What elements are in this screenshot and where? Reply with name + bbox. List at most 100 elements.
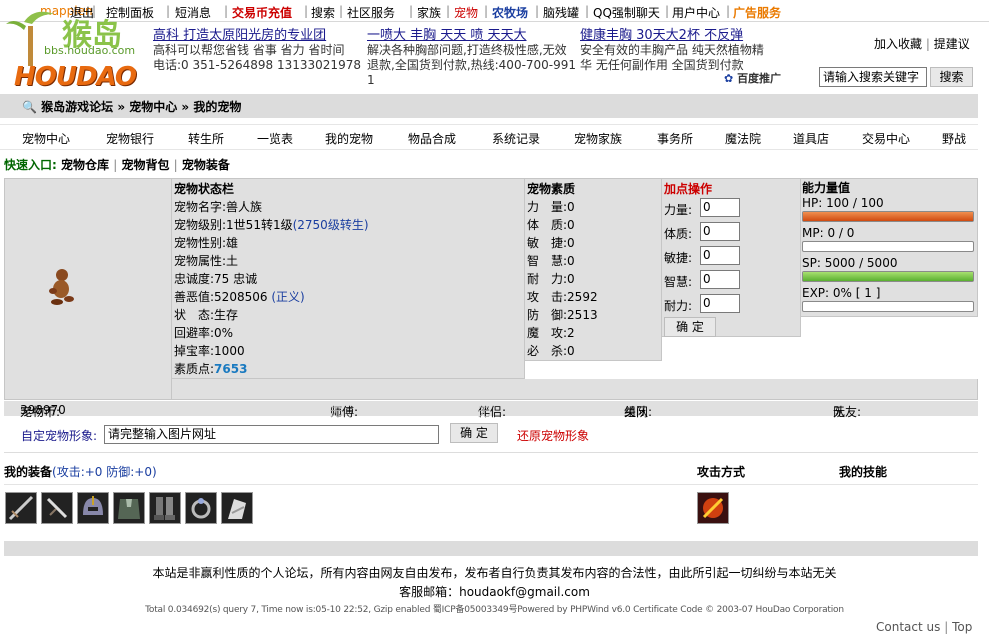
rebirth-level-link[interactable]: (2750级转生) <box>293 218 369 232</box>
ad-title[interactable]: 一喷大 丰胸 天天 喷 天天大 <box>367 28 576 43</box>
community-link[interactable]: 社区服务 <box>347 4 395 21</box>
nav-item-shop[interactable]: 道具店 <box>793 130 829 147</box>
ad-title[interactable]: 高科 打造太原阳光房的专业团 <box>153 28 361 43</box>
quality-magic-attack: 2 <box>567 326 575 340</box>
nav-field-battle[interactable]: 野战 <box>942 130 966 147</box>
search-link[interactable]: 搜索 <box>311 4 335 21</box>
add-point-confirm-button[interactable]: 确 定 <box>664 317 716 337</box>
pet-gender: 雄 <box>226 236 239 250</box>
sp-text: SP: 5000 / 5000 <box>802 256 898 270</box>
equip-armor-icon[interactable] <box>113 492 145 524</box>
nav-pet-bank[interactable]: 宠物银行 <box>106 130 154 147</box>
ad-service-link[interactable]: 广告服务 <box>733 4 781 21</box>
add-point-panel: 加点操作 力量: 0 体质: 0 敏捷: 0 智慧: 0 耐力: 0 确 定 <box>661 178 801 337</box>
quick-link-bag[interactable]: 宠物背包 <box>121 158 169 172</box>
search-button[interactable]: 搜索 <box>930 67 973 87</box>
pet-link[interactable]: 宠物 <box>454 4 478 21</box>
pet-teammate: 无 <box>833 405 846 419</box>
ad-line: 安全有效的丰胸产品 纯天然植物精 <box>580 43 764 57</box>
pet-team: 关闭 <box>624 405 649 419</box>
pet-level: 1世51转1级 <box>226 218 293 232</box>
pet-state: 生存 <box>214 308 239 322</box>
strength-input[interactable]: 0 <box>700 198 740 217</box>
pet-partner: 无 <box>478 405 491 419</box>
ad-block-2[interactable]: 一喷大 丰胸 天天 喷 天天大 解决各种胸部问题,打造终极性感,无效 退款,全国… <box>367 28 576 88</box>
mp-text: MP: 0 / 0 <box>802 226 855 240</box>
constitution-input[interactable]: 0 <box>700 222 740 241</box>
farm-link[interactable]: 农牧场 <box>492 4 528 21</box>
pet-points: 7653 <box>214 362 248 376</box>
endurance-input[interactable]: 0 <box>700 294 740 313</box>
advice-link[interactable]: 提建议 <box>934 37 970 51</box>
footer-disclaimer: 本站是非赢利性质的个人论坛，所有内容由网友自由发布，发布者自行负责其发布内容的合… <box>152 566 837 580</box>
pet-loyalty: 75 忠诚 <box>214 272 258 286</box>
custom-image-confirm-button[interactable]: 确 定 <box>450 423 498 443</box>
equip-sword-icon[interactable] <box>5 492 37 524</box>
nav-office[interactable]: 事务所 <box>657 130 693 147</box>
exp-text: EXP: 0% [ 1 ] <box>802 286 881 300</box>
logo-text: HOUDAO <box>14 62 137 92</box>
add-point-title: 加点操作 <box>664 182 713 196</box>
equip-stats: (攻击:+0 防御:+0) <box>52 465 157 479</box>
messages-link[interactable]: 短消息 <box>175 4 211 21</box>
custom-image-label: 自定宠物形象: <box>21 429 98 443</box>
site-logo[interactable]: 猴岛 bbs.houdao.com HOUDAO <box>4 2 154 98</box>
qq-chat-link[interactable]: QQ强制聊天 <box>593 4 660 21</box>
status-title: 宠物状态栏 <box>174 182 235 196</box>
karma-link[interactable]: (正义) <box>271 290 304 304</box>
brain-link[interactable]: 脑残罐 <box>543 4 579 21</box>
family-link[interactable]: 家族 <box>417 4 441 21</box>
baidu-promo[interactable]: ✿ 百度推广 <box>724 70 781 86</box>
pet-master: 无 <box>330 405 343 419</box>
breadcrumb[interactable]: 猴岛游戏论坛 » 宠物中心 » 我的宠物 <box>41 100 241 114</box>
custom-image-input[interactable]: 请完整输入图片网址 <box>104 425 439 444</box>
equip-boots-icon[interactable] <box>149 492 181 524</box>
equip-ring-icon[interactable] <box>185 492 217 524</box>
nav-item-synthesis[interactable]: 物品合成 <box>408 130 456 147</box>
nav-overview[interactable]: 一览表 <box>257 130 293 147</box>
ad-line: 电话:0 351-5264898 13133021978 <box>153 58 361 72</box>
footer-stats: Total 0.034692(s) query 7, Time now is:0… <box>145 605 844 615</box>
quality-defense: 2513 <box>567 308 598 322</box>
attack-skill-icon[interactable] <box>697 492 729 524</box>
pet-nav-menu: 宠物中心 宠物银行 转生所 一览表 我的宠物 物品合成 系统记录 宠物家族 事务… <box>0 124 978 150</box>
footer-email[interactable]: 客服邮箱：houdaokf@gmail.com <box>0 583 989 600</box>
nav-pet-family[interactable]: 宠物家族 <box>574 130 622 147</box>
ad-title[interactable]: 健康丰胸 30天大2杯 不反弹 <box>580 28 764 43</box>
ability-title: 能力量值 <box>802 181 851 195</box>
bookmark-link[interactable]: 加入收藏 <box>874 37 922 51</box>
nav-my-pet[interactable]: 我的宠物 <box>325 130 373 147</box>
nav-magic-hall[interactable]: 魔法院 <box>725 130 761 147</box>
nav-trade-center[interactable]: 交易中心 <box>862 130 910 147</box>
pet-coin: 398970 <box>20 403 66 417</box>
quick-link-equip[interactable]: 宠物装备 <box>182 158 230 172</box>
ad-block-3[interactable]: 健康丰胸 30天大2杯 不反弹 安全有效的丰胸产品 纯天然植物精 华 无任何副作… <box>580 28 764 73</box>
restore-image-link[interactable]: 还原宠物形象 <box>517 429 589 443</box>
quality-constitution: 0 <box>567 218 575 232</box>
contact-us-link[interactable]: Contact us <box>876 620 940 634</box>
ad-block-1[interactable]: 高科 打造太原阳光房的专业团 高科可以帮您省钱 省事 省力 省时间 电话:0 3… <box>153 28 361 73</box>
equip-gauntlet-icon[interactable] <box>221 492 253 524</box>
quick-label: 快速入口: <box>4 158 57 172</box>
agility-input[interactable]: 0 <box>700 246 740 265</box>
logo-url: bbs.houdao.com <box>44 44 136 57</box>
pet-name: 兽人族 <box>226 200 263 214</box>
nav-pet-center[interactable]: 宠物中心 <box>22 130 70 147</box>
pet-image-panel <box>4 178 172 400</box>
pet-attribute: 土 <box>226 254 239 268</box>
exp-bar <box>802 301 974 312</box>
breadcrumb-bar: 🔍 猴岛游戏论坛 » 宠物中心 » 我的宠物 <box>0 94 978 118</box>
pet-status-panel: 宠物状态栏 宠物名字:兽人族 宠物级别:1世51转1级(2750级转生) 宠物性… <box>171 178 525 379</box>
paw-icon: ✿ <box>724 72 734 85</box>
wisdom-input[interactable]: 0 <box>700 270 740 289</box>
quick-link-storage[interactable]: 宠物仓库 <box>61 158 109 172</box>
equip-title: 我的装备(攻击:+0 防御:+0) <box>4 465 157 479</box>
equip-helmet-icon[interactable] <box>77 492 109 524</box>
user-center-link[interactable]: 用户中心 <box>672 4 720 21</box>
recharge-link[interactable]: 交易币充值 <box>232 4 292 21</box>
nav-rebirth[interactable]: 转生所 <box>188 130 224 147</box>
search-input[interactable]: 请输入搜索关键字 <box>819 67 927 87</box>
equip-dagger-icon[interactable] <box>41 492 73 524</box>
top-link[interactable]: Top <box>952 620 972 634</box>
nav-system-log[interactable]: 系统记录 <box>492 130 540 147</box>
